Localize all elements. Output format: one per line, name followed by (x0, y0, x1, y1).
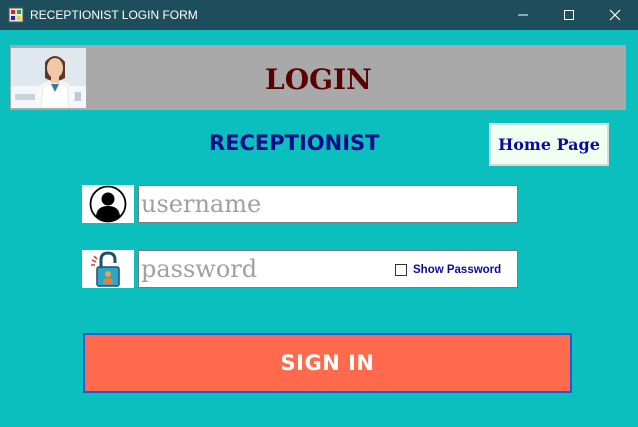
username-icon-box (82, 185, 134, 223)
show-password-checkbox[interactable] (395, 264, 407, 276)
maximize-button[interactable] (546, 0, 592, 30)
sign-in-button[interactable]: SIGN IN (83, 333, 572, 393)
window-title: RECEPTIONIST LOGIN FORM (30, 8, 198, 22)
title-bar: RECEPTIONIST LOGIN FORM (0, 0, 638, 30)
form-body: LOGIN RECEPTIONIST Home Page Show Passwo (0, 30, 638, 427)
header-band: LOGIN (10, 45, 626, 110)
password-field[interactable]: Show Password (138, 250, 518, 288)
close-icon (609, 9, 621, 21)
minimize-icon (518, 14, 528, 16)
minimize-button[interactable] (500, 0, 546, 30)
receptionist-photo (11, 48, 86, 108)
home-page-label: Home Page (498, 135, 600, 154)
maximize-icon (564, 10, 574, 20)
password-icon-box (82, 250, 134, 288)
user-icon (89, 185, 127, 223)
show-password-toggle[interactable]: Show Password (395, 264, 501, 276)
username-input[interactable] (141, 188, 511, 220)
home-page-button[interactable]: Home Page (489, 123, 609, 166)
sign-in-label: SIGN IN (280, 351, 375, 375)
show-password-label: Show Password (413, 264, 502, 276)
app-icon (8, 7, 24, 23)
username-field[interactable] (138, 185, 518, 223)
close-button[interactable] (592, 0, 638, 30)
lock-icon (91, 251, 120, 287)
password-input[interactable] (141, 253, 389, 285)
role-subtitle: RECEPTIONIST (209, 131, 380, 155)
header-title: LOGIN (265, 63, 372, 96)
